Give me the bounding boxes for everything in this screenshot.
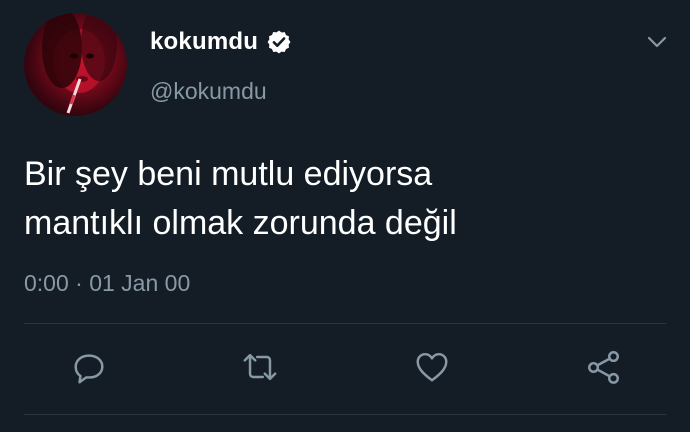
tweet-text-line: Bir şey beni mutlu ediyorsa — [24, 155, 433, 193]
tweet-text: Bir şey beni mutlu ediyorsa mantıklı olm… — [24, 150, 664, 248]
display-name[interactable]: kokumdu — [150, 28, 292, 56]
retweet-icon — [243, 353, 277, 381]
share-button[interactable] — [582, 345, 626, 389]
display-name-text: kokumdu — [150, 28, 259, 55]
tweet-timestamp[interactable]: 0:00 · 01 Jan 00 — [24, 270, 190, 297]
chevron-down-icon[interactable] — [646, 34, 668, 50]
share-icon — [588, 351, 620, 384]
reply-button[interactable] — [67, 345, 111, 389]
user-handle[interactable]: @kokumdu — [150, 78, 267, 105]
reply-icon — [74, 354, 104, 384]
avatar-image — [42, 13, 117, 114]
divider — [24, 323, 666, 324]
tweet-card: kokumdu @kokumdu Bir şey beni mutlu ediy… — [0, 0, 690, 432]
avatar[interactable] — [24, 13, 127, 116]
divider — [24, 414, 666, 415]
action-bar — [0, 345, 690, 391]
verified-badge-icon — [266, 29, 292, 55]
retweet-button[interactable] — [238, 345, 282, 389]
like-button[interactable] — [410, 345, 454, 389]
tweet-text-line: mantıklı olmak zorunda değil — [24, 204, 457, 242]
heart-icon — [416, 352, 448, 382]
